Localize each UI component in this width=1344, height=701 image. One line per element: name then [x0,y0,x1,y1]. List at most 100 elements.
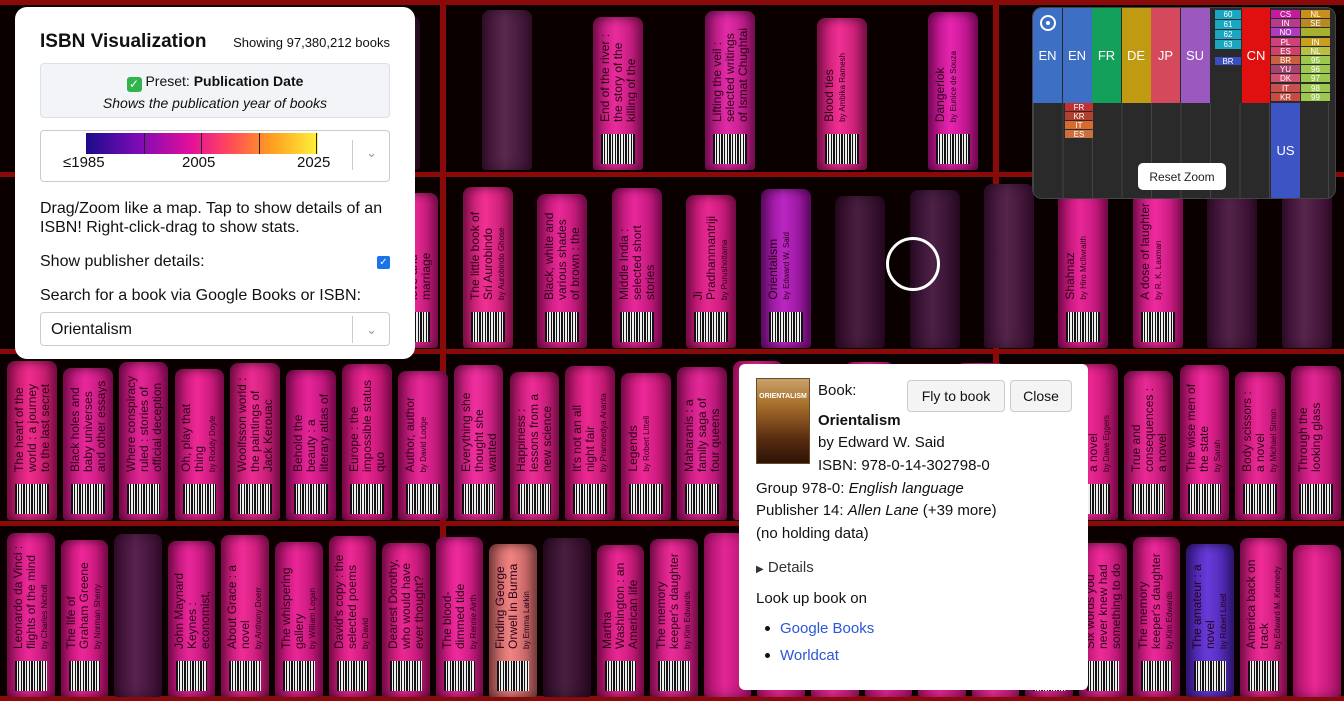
book-spine[interactable]: Martha Washington : an American lifeby P… [596,545,645,697]
book-spine[interactable]: True and consequences : a novelby Alison… [1123,371,1174,520]
minimap-code[interactable]: 63 [1215,40,1241,49]
book-spine[interactable]: The amateur : a novel by Robert Littell [1186,544,1234,697]
minimap-code[interactable]: IT [1065,121,1093,130]
book-spine[interactable]: David's copy : the selected poems by Davi… [328,536,377,697]
book-spine[interactable]: It's not an all night fair by Pramoedya A… [565,366,616,520]
details-toggle[interactable]: ▶ Details [756,557,814,581]
minimap[interactable]: EN EN FR DE JP SU CN US 60 61 62 63 BR FR KR IT ES … [1032,7,1336,199]
minimap-code[interactable]: IN [1301,37,1330,47]
minimap-code[interactable]: BR [1215,57,1241,66]
minimap-code[interactable]: ES [1271,46,1300,56]
minimap-code[interactable]: 61 [1215,20,1241,29]
book-spine[interactable]: Shahnaz by Hiro McIlwraith [1058,191,1109,348]
book-spine[interactable]: Finding George Orwell in Burma by Emma La… [489,544,537,697]
book-spine[interactable]: Maharanis : a family saga of four queens… [677,367,727,520]
book-spine[interactable]: Blood ties by Ambika Ramesh [816,18,867,170]
book-spine[interactable] [543,538,591,697]
book-spine[interactable] [481,10,532,170]
book-spine[interactable]: The little book of Sri Aurobindo by Aurob… [462,187,513,348]
book-spine[interactable]: Woolfsson world : the paintings of Jack … [230,363,281,520]
book-spine[interactable] [1207,192,1258,348]
book-spine[interactable] [114,534,162,697]
minimap-code[interactable] [1301,28,1330,37]
book-spine[interactable]: Through the looking glass [1291,366,1341,520]
minimap-code[interactable]: NO [1271,28,1300,37]
minimap-code[interactable]: 96 [1301,65,1330,74]
book-spine[interactable]: The whispering gallery by William Logan [275,542,323,697]
chevron-down-icon[interactable]: ⌄ [366,145,377,161]
book-spine[interactable] [835,196,886,348]
book-spine[interactable]: John Maynard Keynes : economist, philoso… [167,541,216,697]
book-spine[interactable]: Black holes and baby universes and other… [62,368,113,520]
reset-zoom-button[interactable]: Reset Zoom [1138,163,1226,190]
book-spine[interactable]: Oh, play that thing by Roddy Doyle [174,369,225,520]
publisher-details-checkbox[interactable]: ✓ [377,255,390,269]
minimap-code[interactable]: NL [1301,10,1330,19]
minimap-region-us[interactable]: US [1271,103,1300,198]
minimap-code[interactable]: 98 [1301,83,1330,93]
book-spine[interactable]: Everything she thought she wantedby Eliz… [453,365,504,520]
book-spine[interactable]: The memory keeper's daughter by Kim Edwar… [650,539,698,697]
minimap-region[interactable]: JP [1151,8,1180,103]
book-spine[interactable]: Europe : the impossible status quoby Jac… [342,364,392,520]
minimap-code[interactable]: ES [1065,130,1093,139]
minimap-code[interactable]: 62 [1215,30,1241,39]
book-spine[interactable] [1293,545,1341,697]
minimap-code[interactable]: DK [1271,74,1300,83]
minimap-code[interactable]: 60 [1215,10,1241,19]
locate-icon[interactable] [1040,15,1056,31]
color-scale-dropdown[interactable]: ≤1985 2005 2025 ⌄ [40,130,390,182]
minimap-code[interactable]: 97 [1301,74,1330,83]
book-spine[interactable]: About Grace : a novel by Anthony Doerr [221,535,269,697]
search-input[interactable]: Orientalism ⌄ [40,312,390,346]
minimap-code[interactable]: IN [1271,19,1300,28]
minimap-code[interactable]: BR [1271,56,1300,65]
book-spine[interactable] [1281,186,1332,348]
book-spine[interactable]: Dearest Dorothy, who would have ever tho… [382,543,430,697]
book-spine[interactable]: Orientalism by Edward W. Said [760,189,811,348]
book-spine[interactable]: Author, author by David Lodge [397,371,448,520]
book-spine[interactable]: The memory keeper's daughter by Kim Edwar… [1132,537,1181,697]
minimap-code[interactable]: NL [1301,46,1330,56]
minimap-code[interactable]: KR [1271,92,1300,102]
minimap-region[interactable]: EN [1062,8,1092,103]
minimap-code[interactable]: SE [1301,19,1330,28]
worldcat-link[interactable]: Worldcat [780,645,839,667]
book-spine[interactable]: The blood-dimmed tide by Rennie Airth [435,537,484,697]
minimap-code[interactable]: KR [1065,112,1093,121]
minimap-code[interactable]: FR [1065,103,1093,112]
close-button[interactable]: Close [1010,380,1072,412]
book-spine[interactable]: Black, white and various shades of brown… [537,194,588,348]
book-spine[interactable]: America back on track by Edward M. Kenned… [1239,538,1288,697]
book-spine[interactable]: A dose of laughter by R. K. Laxman [1132,185,1183,348]
google-books-link[interactable]: Google Books [780,618,874,640]
book-spine[interactable]: Leonardo da Vinci : flights of the mind b… [7,533,55,697]
book-spine[interactable]: Legends by Robert Littell [621,373,671,520]
minimap-code[interactable]: 99 [1301,92,1330,102]
minimap-code[interactable]: CS [1271,10,1300,19]
book-spine[interactable]: Where conspiracy ruled : stories of offi… [118,362,169,520]
minimap-code[interactable]: YU [1271,65,1300,74]
book-spine[interactable]: The life of Graham Greene by Norman Sherr… [60,540,109,697]
book-spine[interactable]: Lifting the veil : selected writings of … [704,11,755,170]
book-spine[interactable]: Happiness : lessons from a new scienceby… [509,372,560,520]
minimap-code[interactable]: 95 [1301,56,1330,65]
minimap-region[interactable]: SU [1180,8,1210,103]
book-spine[interactable]: Dangerlok by Eunice de Souza [928,12,979,170]
book-spine[interactable]: Middle India : selected short storiesby … [611,188,662,348]
book-spine[interactable] [984,184,1034,348]
book-spine[interactable]: Ji Pradhanmantrijiby Purushottama Agrawa… [686,195,737,348]
minimap-code[interactable]: PL [1271,37,1300,47]
book-spine[interactable]: Behold the beauty : a literary atlas of … [286,370,336,520]
minimap-region[interactable]: FR [1092,8,1121,103]
minimap-region-cn[interactable]: CN [1242,8,1270,103]
minimap-code[interactable]: IT [1271,83,1300,93]
book-spine[interactable]: Body scissors : a novel by Michael Simon [1235,372,1286,520]
book-spine[interactable]: End of the river : the story of the kill… [593,17,644,170]
minimap-region[interactable]: DE [1121,8,1151,103]
book-spine[interactable]: The wise men of the state by Sarah [1179,365,1230,520]
preset-card[interactable]: ✓ Preset: Publication Date Shows the pub… [40,63,390,118]
fly-to-book-button[interactable]: Fly to book [907,380,1005,412]
chevron-down-icon[interactable]: ⌄ [366,313,377,347]
book-spine[interactable]: The heart of the world : a journey to th… [7,361,57,520]
